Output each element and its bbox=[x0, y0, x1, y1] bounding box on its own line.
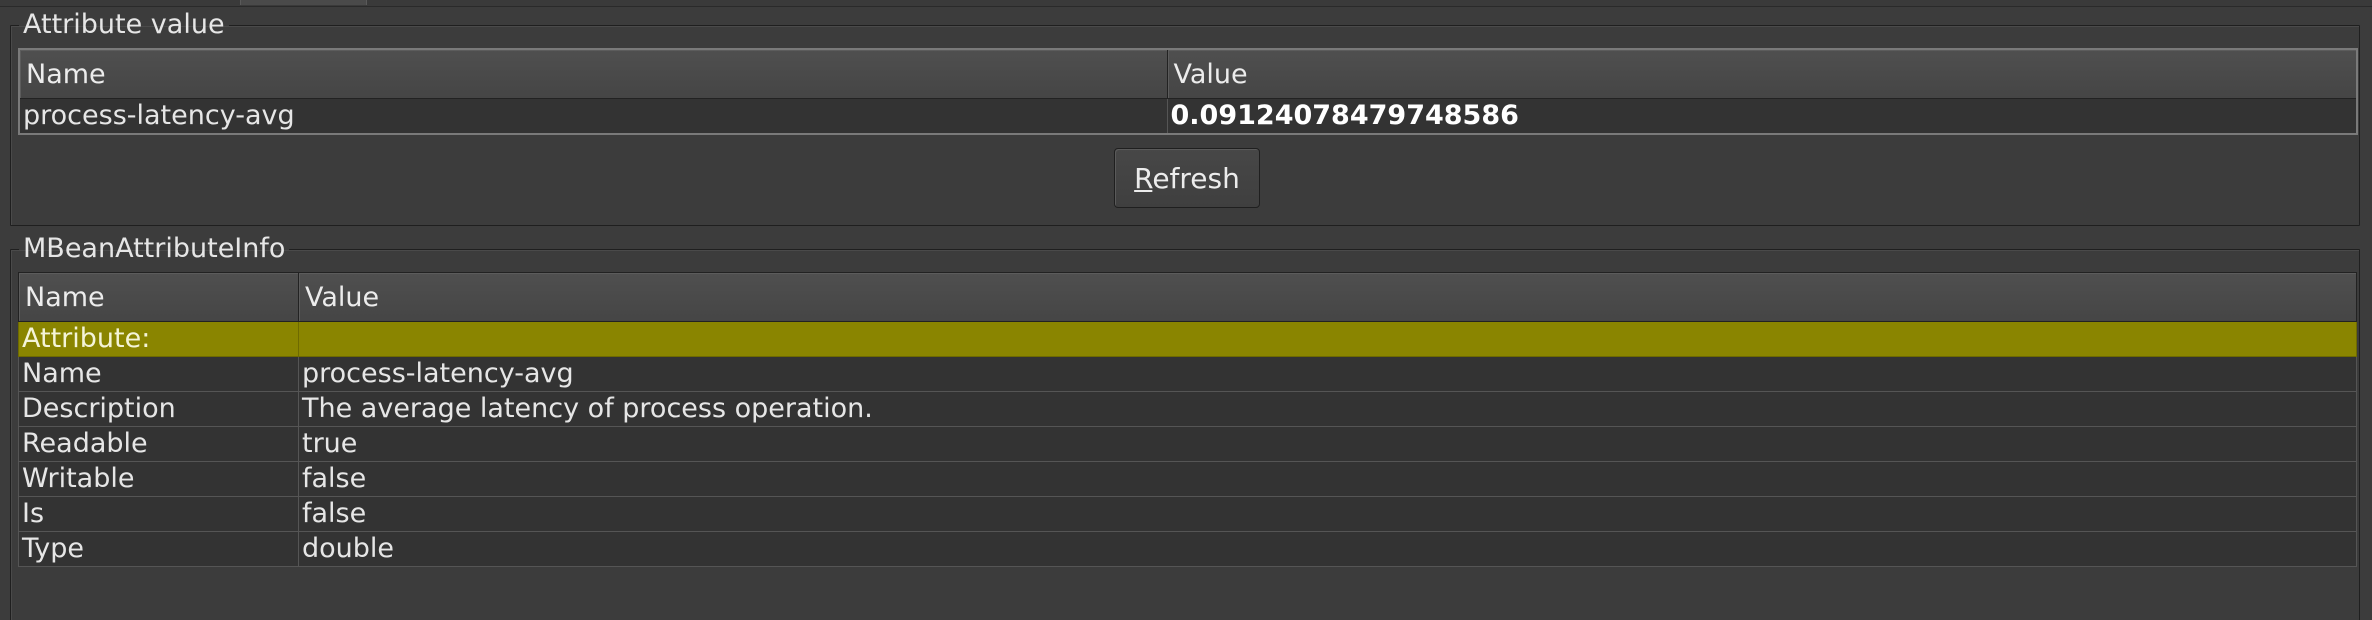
mbean-attribute-panel: Attribute value Name Value process-laten… bbox=[0, 0, 2372, 620]
info-value-cell: process-latency-avg bbox=[298, 356, 2357, 392]
attribute-value-legend: Attribute value bbox=[23, 9, 225, 40]
refresh-button[interactable]: Refresh bbox=[1114, 148, 1260, 208]
section-empty-cell bbox=[298, 321, 2357, 357]
section-row-attribute[interactable]: Attribute: bbox=[18, 321, 2357, 357]
info-name-cell: Readable bbox=[18, 426, 299, 462]
attribute-value-header-row: Name Value bbox=[18, 48, 2358, 99]
column-header-value[interactable]: Value bbox=[298, 272, 2357, 322]
attribute-value-table[interactable]: Name Value process-latency-avg 0.0912407… bbox=[18, 48, 2358, 135]
info-value-cell: The average latency of process operation… bbox=[298, 391, 2357, 427]
table-row[interactable]: Description The average latency of proce… bbox=[18, 391, 2357, 427]
info-name-cell: Name bbox=[18, 356, 299, 392]
mbean-attribute-info-legend: MBeanAttributeInfo bbox=[23, 233, 286, 264]
info-name-cell: Description bbox=[18, 391, 299, 427]
column-header-name[interactable]: Name bbox=[18, 272, 299, 322]
info-value-cell: true bbox=[298, 426, 2357, 462]
table-row[interactable]: process-latency-avg 0.09124078479748586 bbox=[18, 98, 2358, 135]
refresh-mnemonic: R bbox=[1134, 161, 1153, 195]
column-header-value[interactable]: Value bbox=[1166, 48, 2358, 99]
info-value-cell: false bbox=[298, 496, 2357, 532]
table-row[interactable]: Writable false bbox=[18, 461, 2357, 497]
refresh-label: efresh bbox=[1152, 161, 1240, 195]
attribute-value-cell[interactable]: 0.09124078479748586 bbox=[1166, 98, 2358, 135]
mbean-attribute-info-table[interactable]: Name Value Attribute: Name process-laten… bbox=[18, 272, 2357, 567]
table-row[interactable]: Readable true bbox=[18, 426, 2357, 462]
table-row[interactable]: Is false bbox=[18, 496, 2357, 532]
table-row[interactable]: Name process-latency-avg bbox=[18, 356, 2357, 392]
info-value-cell: double bbox=[298, 531, 2357, 567]
info-name-cell: Type bbox=[18, 531, 299, 567]
info-name-cell: Is bbox=[18, 496, 299, 532]
attribute-name-cell[interactable]: process-latency-avg bbox=[18, 98, 1168, 135]
section-label: Attribute: bbox=[18, 321, 299, 357]
info-value-cell: false bbox=[298, 461, 2357, 497]
column-header-name[interactable]: Name bbox=[18, 48, 1168, 99]
info-name-cell: Writable bbox=[18, 461, 299, 497]
table-row[interactable]: Type double bbox=[18, 531, 2357, 567]
top-tab[interactable] bbox=[240, 0, 367, 5]
info-header-row: Name Value bbox=[18, 272, 2357, 322]
